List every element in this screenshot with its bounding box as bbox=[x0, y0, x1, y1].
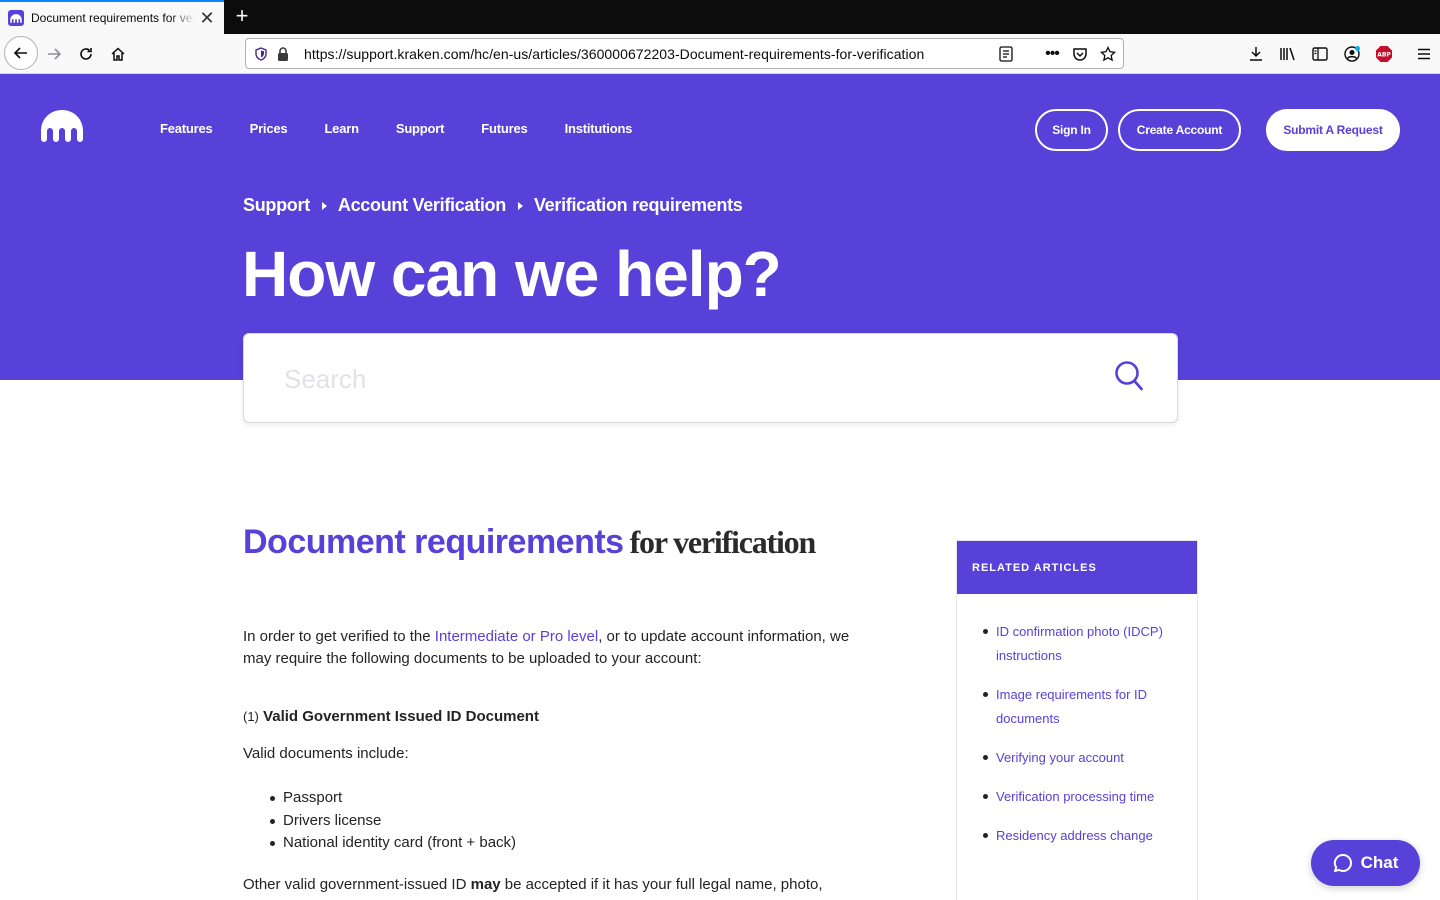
account-icon bbox=[1344, 46, 1360, 62]
breadcrumb-chevron-icon bbox=[517, 201, 523, 210]
article-title-main: Document requirements bbox=[243, 523, 624, 561]
chat-label: Chat bbox=[1360, 853, 1399, 872]
home-icon bbox=[111, 47, 125, 61]
create-account-button[interactable]: Create Account bbox=[1118, 109, 1241, 151]
document-list: Passport Drivers license National identi… bbox=[269, 787, 516, 855]
other-text-start: Other valid government-issued ID bbox=[243, 876, 471, 893]
article-title: Document requirements for verification bbox=[243, 523, 817, 562]
sidebar-button[interactable] bbox=[1304, 38, 1336, 70]
breadcrumb-account-verification[interactable]: Account Verification bbox=[338, 195, 506, 216]
arrow-right-icon bbox=[48, 48, 62, 60]
article-intro: In order to get verified to the Intermed… bbox=[243, 626, 853, 670]
reload-button[interactable] bbox=[70, 38, 102, 70]
address-bar[interactable]: https://support.kraken.com/hc/en-us/arti… bbox=[245, 38, 1124, 69]
other-text-bold: may bbox=[470, 876, 501, 893]
search-box bbox=[243, 333, 1178, 423]
browser-tab[interactable]: Document requirements for verification ✕ bbox=[0, 0, 224, 34]
related-article-link[interactable]: Verification processing time bbox=[983, 785, 1177, 809]
sign-in-button[interactable]: Sign In bbox=[1035, 109, 1108, 151]
download-icon bbox=[1250, 47, 1262, 61]
related-article-link[interactable]: ID confirmation photo (IDCP) instruction… bbox=[983, 620, 1177, 668]
browser-tab-strip: Document requirements for verification ✕… bbox=[0, 0, 1440, 34]
nav-institutions[interactable]: Institutions bbox=[565, 121, 633, 137]
search-input[interactable] bbox=[284, 356, 1084, 402]
library-button[interactable] bbox=[1272, 38, 1304, 70]
nav-learn[interactable]: Learn bbox=[324, 121, 359, 137]
lock-icon[interactable] bbox=[272, 43, 294, 65]
url-text[interactable]: https://support.kraken.com/hc/en-us/arti… bbox=[304, 46, 924, 62]
valid-documents-label: Valid documents include: bbox=[243, 745, 409, 762]
related-articles-heading: RELATED ARTICLES bbox=[957, 541, 1197, 594]
chat-bubble-icon bbox=[1333, 853, 1352, 872]
kraken-favicon-icon bbox=[8, 10, 24, 26]
list-item: National identity card (front + back) bbox=[269, 832, 516, 855]
nav-features[interactable]: Features bbox=[160, 121, 213, 137]
main-nav: Features Prices Learn Support Futures In… bbox=[160, 121, 669, 137]
breadcrumb-chevron-icon bbox=[321, 201, 327, 210]
bookmark-star-icon[interactable] bbox=[1097, 43, 1119, 65]
home-button[interactable] bbox=[102, 38, 134, 70]
intro-text-start: In order to get verified to the bbox=[243, 628, 435, 645]
related-article-link[interactable]: Image requirements for ID documents bbox=[983, 683, 1177, 731]
adblock-plus-icon: ABP bbox=[1376, 46, 1392, 62]
tab-title: Document requirements for verification bbox=[31, 11, 195, 25]
reload-icon bbox=[80, 48, 92, 60]
arrow-left-icon bbox=[13, 47, 27, 59]
library-icon bbox=[1280, 47, 1295, 61]
section-title: Valid Government Issued ID Document bbox=[263, 708, 539, 725]
kraken-logo-icon[interactable] bbox=[40, 110, 84, 142]
breadcrumb-support[interactable]: Support bbox=[243, 195, 310, 216]
list-item: Drivers license bbox=[269, 810, 516, 833]
reader-view-icon[interactable] bbox=[995, 43, 1017, 65]
search-icon[interactable] bbox=[1114, 360, 1144, 394]
page-title: How can we help? bbox=[242, 238, 782, 310]
account-button[interactable] bbox=[1336, 38, 1368, 70]
tracking-shield-icon[interactable] bbox=[250, 43, 272, 65]
list-item: Passport bbox=[269, 787, 516, 810]
sidebar-icon bbox=[1312, 47, 1328, 61]
menu-button[interactable] bbox=[1408, 38, 1440, 70]
svg-text:ABP: ABP bbox=[1377, 52, 1391, 59]
intermediate-pro-link[interactable]: Intermediate or Pro level bbox=[435, 628, 598, 645]
adblock-button[interactable]: ABP bbox=[1368, 38, 1400, 70]
back-button[interactable] bbox=[4, 36, 38, 70]
forward-button[interactable] bbox=[38, 38, 70, 70]
nav-support[interactable]: Support bbox=[396, 121, 445, 137]
other-id-paragraph: Other valid government-issued ID may be … bbox=[243, 874, 823, 896]
breadcrumb-verification-requirements[interactable]: Verification requirements bbox=[534, 195, 743, 216]
close-tab-icon[interactable]: ✕ bbox=[198, 9, 216, 27]
downloads-button[interactable] bbox=[1240, 38, 1272, 70]
chat-button[interactable]: Chat bbox=[1311, 840, 1420, 886]
related-articles-panel: RELATED ARTICLES ID confirmation photo (… bbox=[956, 540, 1198, 900]
more-actions-icon[interactable]: ••• bbox=[1041, 43, 1063, 65]
hamburger-menu-icon bbox=[1418, 48, 1430, 60]
breadcrumb: Support Account Verification Verificatio… bbox=[243, 195, 743, 216]
submit-request-button[interactable]: Submit A Request bbox=[1266, 109, 1400, 151]
other-text-end: be accepted if it has your full legal na… bbox=[500, 876, 823, 893]
section-number: (1) bbox=[243, 709, 259, 724]
related-article-link[interactable]: Residency address change bbox=[983, 824, 1177, 848]
browser-toolbar: https://support.kraken.com/hc/en-us/arti… bbox=[0, 34, 1440, 74]
new-tab-icon[interactable]: + bbox=[230, 4, 254, 30]
article-title-rest: for verification bbox=[629, 524, 817, 560]
nav-futures[interactable]: Futures bbox=[481, 121, 527, 137]
related-article-link[interactable]: Verifying your account bbox=[983, 746, 1177, 770]
section-heading: (1) Valid Government Issued ID Document bbox=[243, 708, 539, 725]
pocket-icon[interactable] bbox=[1069, 43, 1091, 65]
nav-prices[interactable]: Prices bbox=[250, 121, 288, 137]
